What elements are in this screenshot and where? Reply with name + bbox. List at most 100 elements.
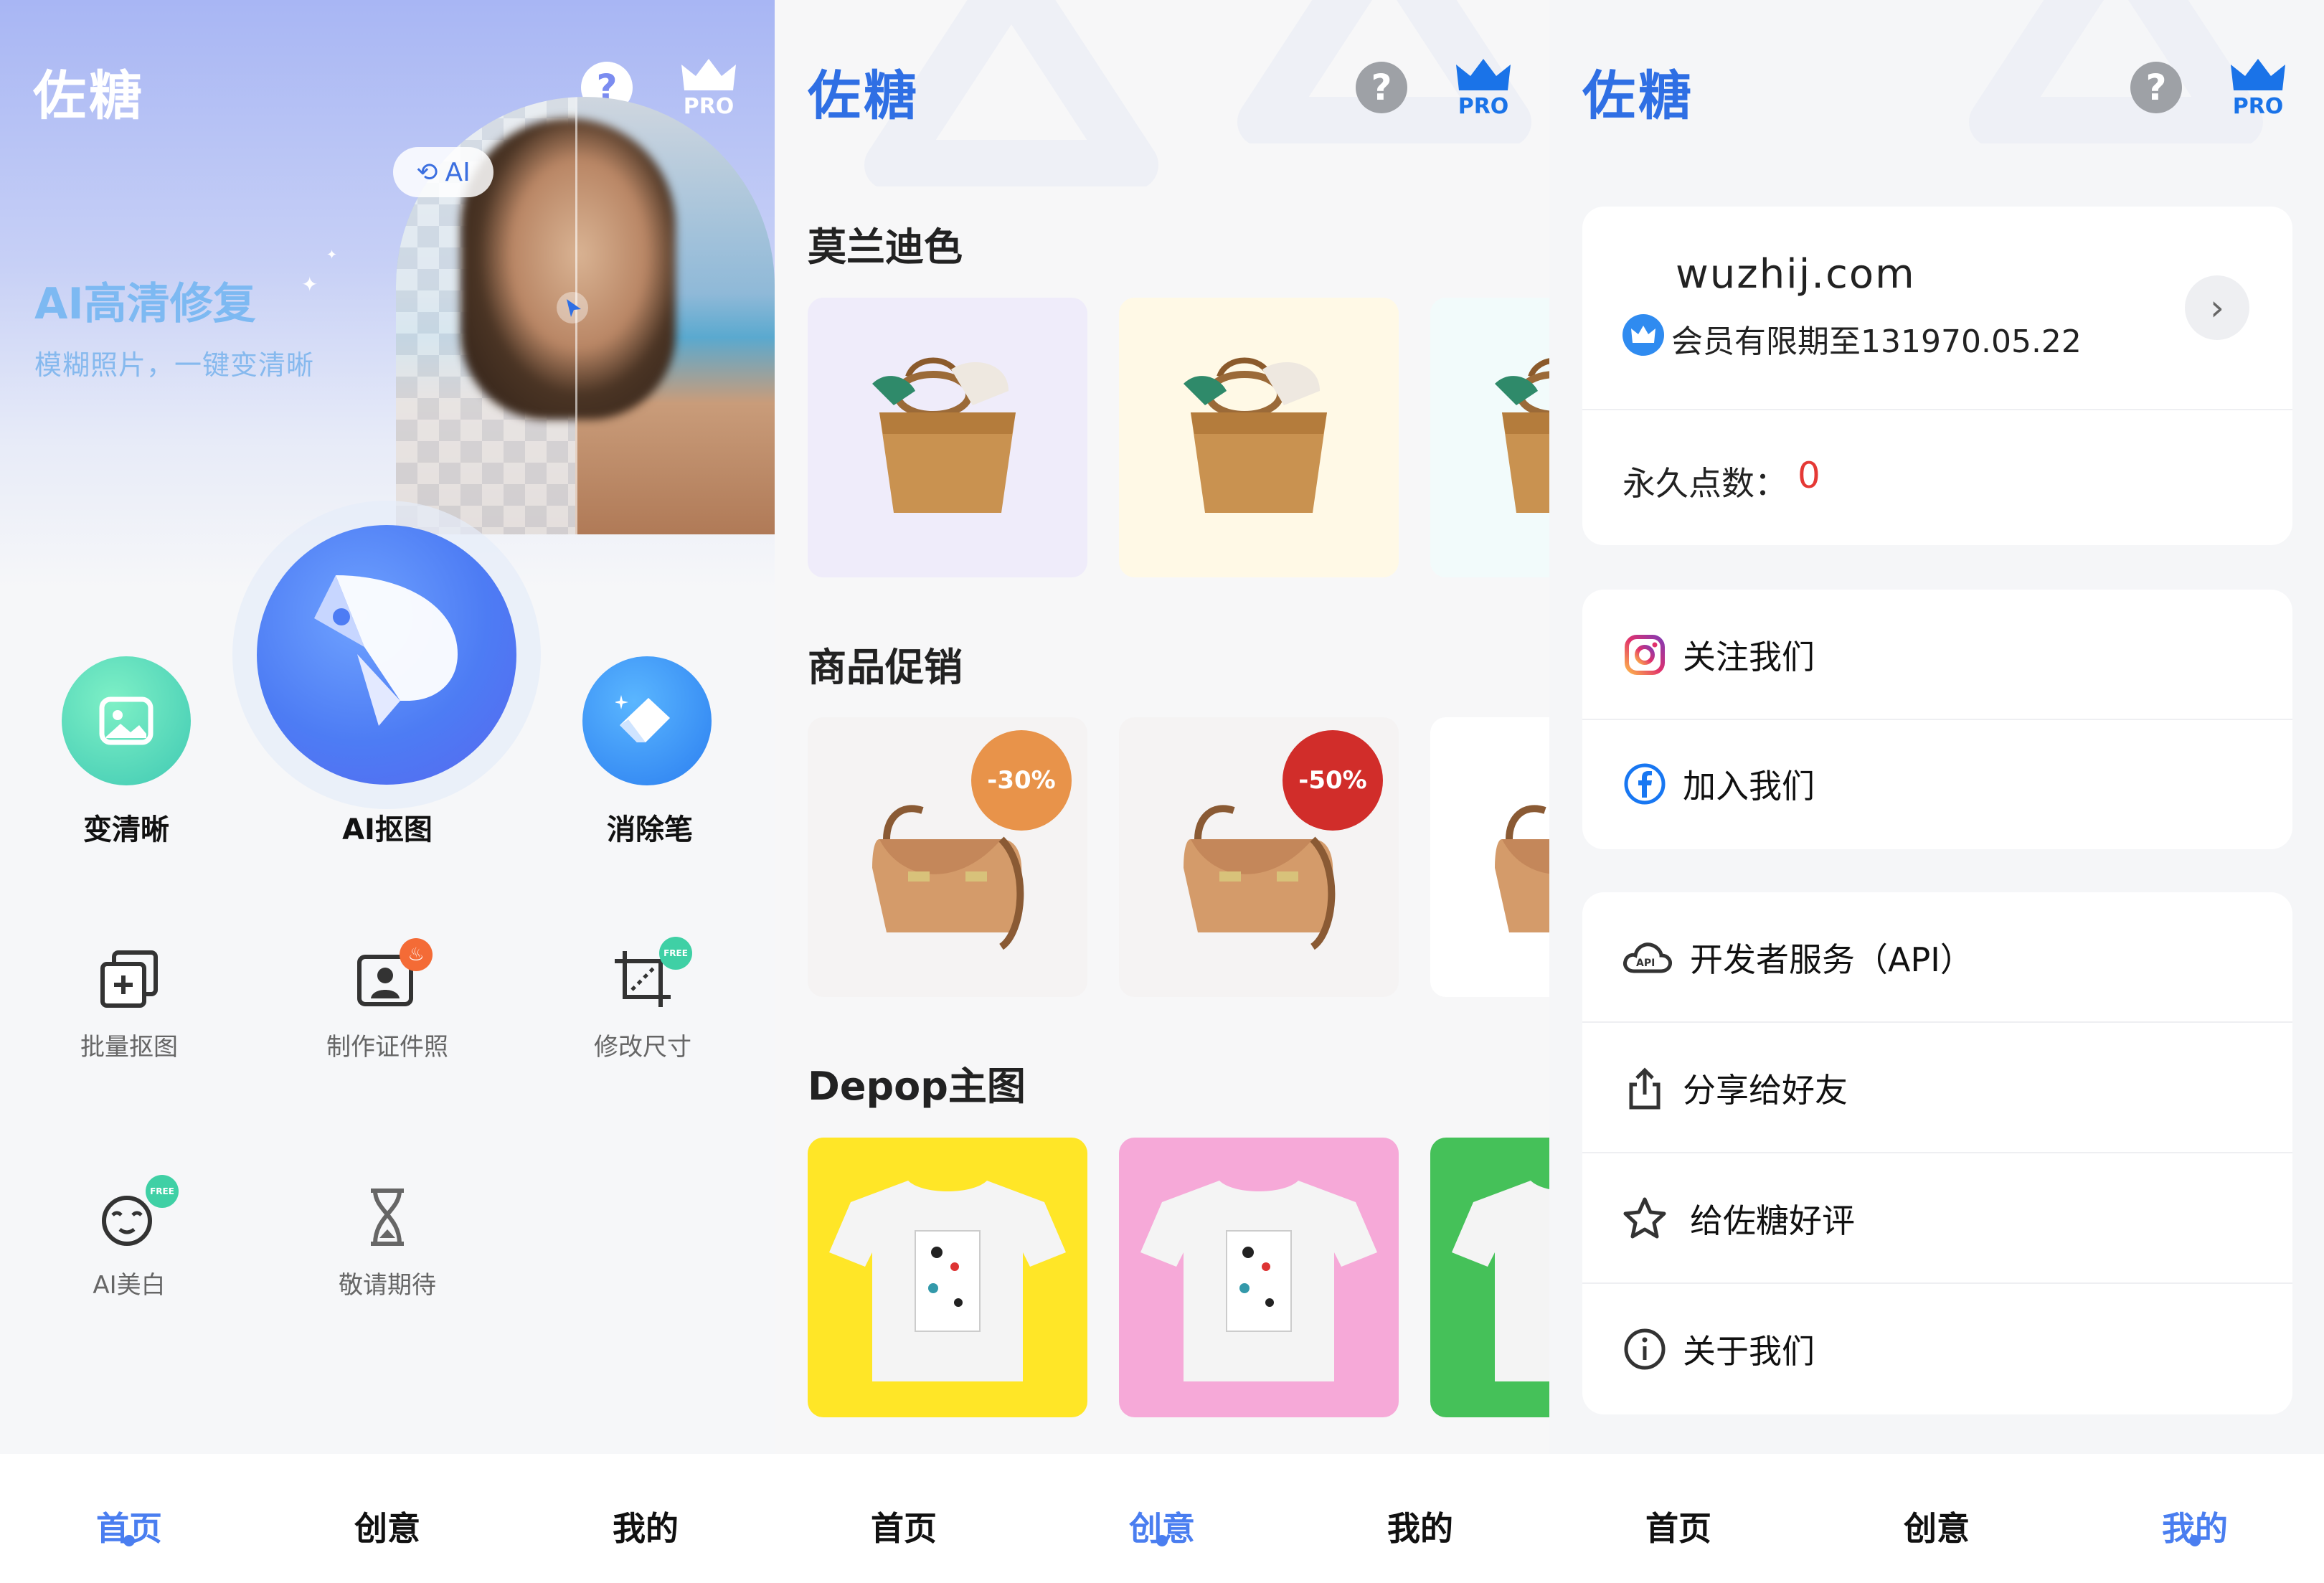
app-title: 佐糖 <box>1582 65 1694 127</box>
help-icon[interactable]: ? <box>1356 62 1407 113</box>
points-label: 永久点数： <box>1622 464 1787 503</box>
developer-api-row[interactable]: API 开发者服务（API） <box>1582 892 2292 1023</box>
more-options-card: API 开发者服务（API） 分享给好友 给佐糖好评 关于我们 <box>1582 892 2292 1414</box>
share-label: 分享给好友 <box>1683 1071 1848 1110</box>
basket-image <box>1184 357 1327 513</box>
membership-expiry: 会员有限期至131970.05.22 <box>1671 323 2082 360</box>
template-card[interactable] <box>1430 298 1549 577</box>
mine-screen: 佐糖 ? PRO wuzhij.com 会员有限期至131970.05.22 ›… <box>1549 0 2324 1583</box>
coming-soon-tool: 敬请期待 <box>294 1185 481 1300</box>
resize-label: 修改尺寸 <box>594 1033 691 1062</box>
home-screen: 佐糖 ? PRO ⟲ AI ✦ ✦ AI高清修复 模糊照片，一键变清晰 变清晰 <box>0 0 775 1583</box>
tshirt-image <box>1452 1181 1549 1381</box>
template-card[interactable] <box>808 298 1087 577</box>
id-photo-tool[interactable]: ♨ 制作证件照 <box>294 938 481 1062</box>
share-icon <box>1629 1067 1661 1110</box>
discount-badge: -30% <box>971 730 1072 831</box>
portrait-figure <box>460 118 676 420</box>
batch-cutout-label: 批量抠图 <box>80 1033 178 1062</box>
discount-badge: -50% <box>1283 730 1383 831</box>
app-title: 佐糖 <box>808 65 920 127</box>
developer-api-label: 开发者服务（API） <box>1690 940 1973 979</box>
tab-home[interactable]: 首页 <box>832 1503 976 1550</box>
hot-badge-icon: ♨ <box>400 938 433 971</box>
follow-us-row[interactable]: 关注我们 <box>1582 590 2292 720</box>
api-cloud-icon: API <box>1623 942 1672 973</box>
enhance-label: 变清晰 <box>83 813 169 846</box>
tab-home[interactable]: 首页 <box>1607 1503 1750 1550</box>
eraser-button[interactable] <box>582 656 712 785</box>
section-title-depop: Depop主图 <box>808 1064 1026 1109</box>
points-value: 0 <box>1798 455 1820 496</box>
template-card[interactable] <box>1119 298 1399 577</box>
template-card[interactable]: -50% <box>1119 717 1399 997</box>
pro-crown-icon[interactable]: PRO <box>1455 57 1512 119</box>
template-card[interactable]: -30% <box>808 717 1087 997</box>
hero-title: AI高清修复 <box>34 279 256 329</box>
hero-subtitle: 模糊照片，一键变清晰 <box>34 349 315 381</box>
help-icon[interactable]: ? <box>2130 62 2182 113</box>
template-card[interactable] <box>1119 1138 1399 1417</box>
facebook-icon <box>1624 763 1666 805</box>
free-badge: FREE <box>146 1175 179 1208</box>
template-card[interactable] <box>1430 1138 1549 1417</box>
tab-creative[interactable]: 创意 <box>1865 1503 2008 1550</box>
app-title: 佐糖 <box>33 65 145 127</box>
basket-image <box>1495 358 1549 513</box>
whitening-label: AI美白 <box>93 1271 166 1300</box>
tab-mine[interactable]: 我的 <box>574 1503 717 1550</box>
about-row[interactable]: 关于我们 <box>1582 1284 2292 1414</box>
tab-bar: 首页 创意 我的 <box>0 1454 775 1583</box>
eraser-label: 消除笔 <box>607 813 693 846</box>
batch-cutout-icon <box>100 950 158 1008</box>
info-icon <box>1624 1328 1666 1370</box>
enhance-button[interactable] <box>62 656 191 785</box>
divider <box>1582 409 2292 410</box>
pro-label: PRO <box>683 94 734 119</box>
resize-tool[interactable]: FREE 修改尺寸 <box>549 937 736 1062</box>
ai-cutout-button[interactable] <box>257 525 516 785</box>
ai-cutout-icon <box>314 575 458 726</box>
tab-bar: 首页 创意 我的 <box>1549 1454 2324 1583</box>
active-tab-indicator <box>123 1535 135 1546</box>
user-name: wuzhij.com <box>1676 251 1916 298</box>
creative-screen: 佐糖 ? PRO 莫兰迪色 商品促销 -30% -50% Depop主图 首页 … <box>775 0 1549 1583</box>
cursor-icon <box>557 292 588 323</box>
eraser-icon <box>615 695 670 742</box>
tab-mine[interactable]: 我的 <box>1348 1503 1492 1550</box>
pro-label: PRO <box>2232 94 2284 119</box>
active-tab-indicator <box>2189 1535 2201 1546</box>
active-tab-indicator <box>1156 1535 1168 1546</box>
join-us-row[interactable]: 加入我们 <box>1582 719 2292 849</box>
basket-image <box>872 357 1016 513</box>
handbag-image <box>1495 805 1549 932</box>
batch-cutout-tool[interactable]: 批量抠图 <box>36 947 222 1062</box>
whitening-tool[interactable]: FREE AI美白 <box>36 1175 222 1300</box>
share-row[interactable]: 分享给好友 <box>1582 1023 2292 1153</box>
join-us-label: 加入我们 <box>1683 767 1815 805</box>
svg-text:API: API <box>1636 958 1655 969</box>
instagram-icon <box>1625 635 1665 675</box>
section-title-morandi: 莫兰迪色 <box>808 225 963 270</box>
star-icon <box>1623 1197 1666 1239</box>
profile-card: wuzhij.com 会员有限期至131970.05.22 › 永久点数： 0 <box>1582 207 2292 545</box>
follow-us-label: 关注我们 <box>1683 638 1815 676</box>
template-card[interactable] <box>808 1138 1087 1417</box>
coming-soon-label: 敬请期待 <box>339 1271 436 1300</box>
pro-label: PRO <box>1458 94 1509 119</box>
template-card[interactable] <box>1430 717 1549 997</box>
ai-badge: ⟲ AI <box>393 147 493 197</box>
id-photo-label: 制作证件照 <box>326 1033 448 1062</box>
tab-creative[interactable]: 创意 <box>316 1503 459 1550</box>
member-crown-icon <box>1622 314 1664 356</box>
pro-crown-icon[interactable]: PRO <box>2229 57 2287 119</box>
profile-chevron-right-icon[interactable]: › <box>2185 275 2249 340</box>
section-title-promotion: 商品促销 <box>808 645 963 690</box>
tshirt-image <box>1140 1181 1377 1381</box>
tab-bar: 首页 创意 我的 <box>775 1454 1549 1583</box>
pro-crown-icon[interactable]: PRO <box>680 57 737 119</box>
hd-image-icon <box>99 696 153 745</box>
free-badge: FREE <box>659 937 692 970</box>
rate-row[interactable]: 给佐糖好评 <box>1582 1153 2292 1284</box>
tshirt-image <box>829 1181 1066 1381</box>
